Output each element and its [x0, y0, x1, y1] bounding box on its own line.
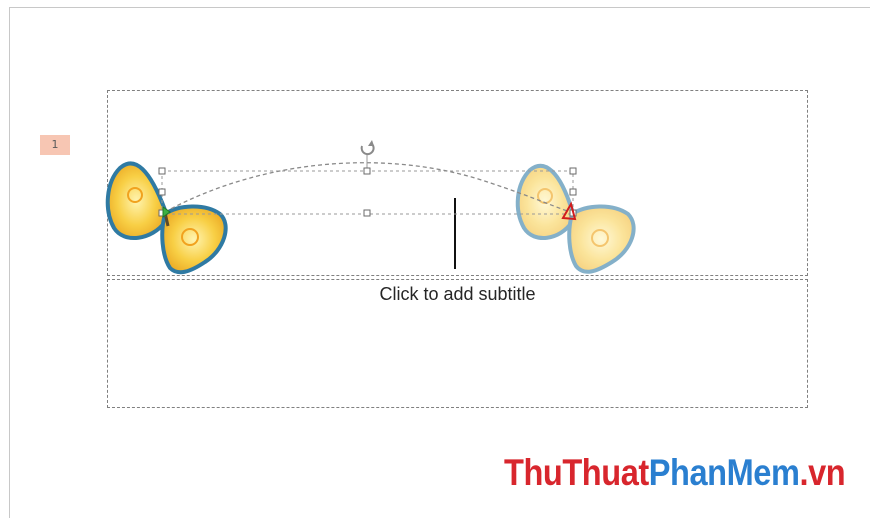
site-watermark: ThuThuatPhanMem.vn: [504, 452, 846, 494]
resize-handle[interactable]: [569, 167, 577, 175]
watermark-part2: PhanMem: [648, 452, 800, 493]
watermark-part1: ThuThuat: [504, 452, 649, 493]
motion-path-bounds: [161, 170, 574, 215]
resize-handle[interactable]: [158, 188, 166, 196]
butterfly-icon[interactable]: [105, 161, 228, 275]
resize-handle[interactable]: [569, 188, 577, 196]
resize-handle[interactable]: [363, 167, 371, 175]
motion-path-layer: [105, 140, 636, 275]
rotate-handle-icon[interactable]: [360, 140, 375, 171]
watermark-part3: .vn: [799, 452, 846, 493]
resize-handle[interactable]: [363, 209, 371, 217]
resize-handle[interactable]: [158, 167, 166, 175]
